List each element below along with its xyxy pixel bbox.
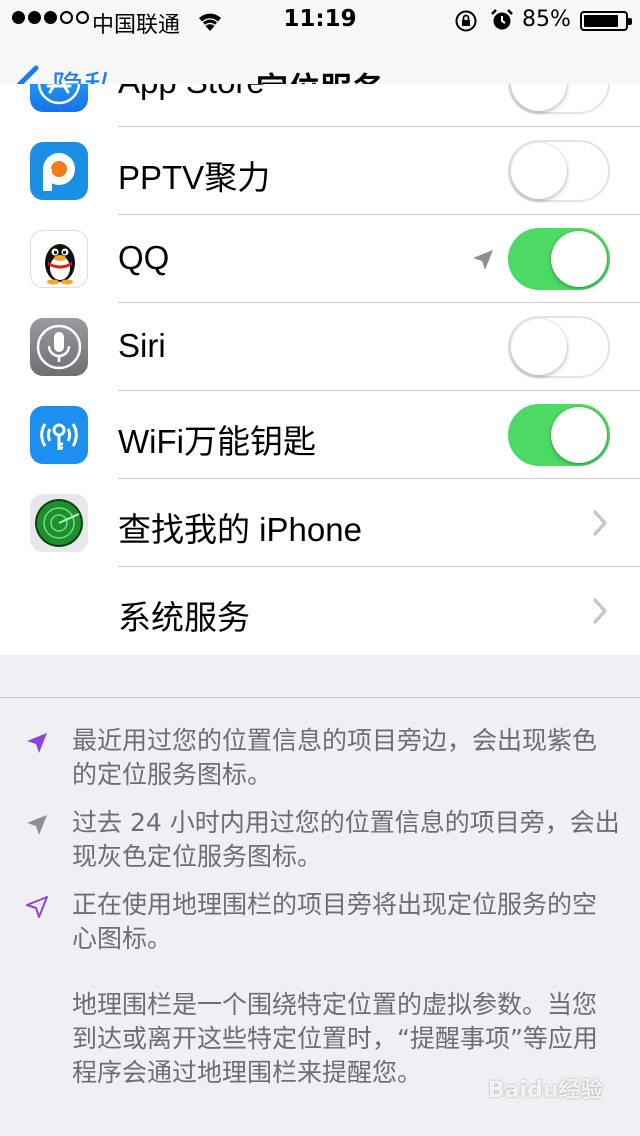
battery-icon xyxy=(580,11,632,31)
chevron-right-icon xyxy=(593,598,607,624)
app-store-icon xyxy=(30,84,88,112)
note-purple-text: 最近用过您的位置信息的项目旁边，会出现紫色的定位服务图标。 xyxy=(72,726,598,789)
app-label: Siri xyxy=(118,327,166,364)
purple-location-arrow-icon xyxy=(27,733,47,753)
app-label: WiFi万能钥匙 xyxy=(118,423,316,460)
watermark-logo: Baidu经验 xyxy=(488,1078,603,1103)
list-item-system-services[interactable]: 系统服务 xyxy=(0,567,640,655)
chevron-right-icon xyxy=(593,510,607,536)
location-icon-legend: 最近用过您的位置信息的项目旁边，会出现紫色的定位服务图标。 过去 24 小时内用… xyxy=(0,698,640,1136)
qq-penguin-icon xyxy=(30,230,88,288)
outline-location-arrow-icon xyxy=(26,896,48,918)
list-item-app-store: App Store xyxy=(0,84,640,127)
battery-percent: 85% xyxy=(522,7,571,32)
list-item-find-my-iphone[interactable]: 查找我的 iPhone xyxy=(0,479,640,567)
qq-location-toggle[interactable] xyxy=(508,228,610,290)
find-my-iphone-radar-icon xyxy=(30,494,88,552)
alarm-clock-icon xyxy=(491,9,513,30)
siri-location-toggle[interactable] xyxy=(508,316,610,378)
wifi-key-location-toggle[interactable] xyxy=(508,404,610,466)
list-item-siri: Siri xyxy=(0,303,640,391)
list-item-wifi-key: WiFi万能钥匙 xyxy=(0,391,640,479)
app-label: App Store xyxy=(118,84,265,101)
gray-location-arrow-icon xyxy=(27,815,47,835)
wifi-key-icon xyxy=(30,406,88,464)
note-outline-text: 正在使用地理围栏的项目旁将出现定位服务的空心图标。 xyxy=(72,890,598,953)
pptv-icon xyxy=(30,142,88,200)
location-services-list: App Store PPTV聚力 xyxy=(0,84,640,697)
app-label: 查找我的 iPhone xyxy=(118,511,362,548)
siri-microphone-icon xyxy=(30,318,88,376)
list-item-pptv: PPTV聚力 xyxy=(0,127,640,215)
pptv-location-toggle[interactable] xyxy=(508,140,610,202)
app-label: PPTV聚力 xyxy=(118,159,271,196)
note-gray-text: 过去 24 小时内用过您的位置信息的项目旁，会出现灰色定位服务图标。 xyxy=(72,808,620,871)
rotation-lock-icon xyxy=(455,10,477,32)
list-item-qq: QQ xyxy=(0,215,640,303)
system-services-label: 系统服务 xyxy=(118,599,250,636)
gray-location-arrow-icon xyxy=(473,250,493,270)
app-store-location-toggle[interactable] xyxy=(508,84,610,114)
app-label: QQ xyxy=(118,239,170,276)
status-bar: 中国联通 11:19 85% xyxy=(0,0,640,40)
